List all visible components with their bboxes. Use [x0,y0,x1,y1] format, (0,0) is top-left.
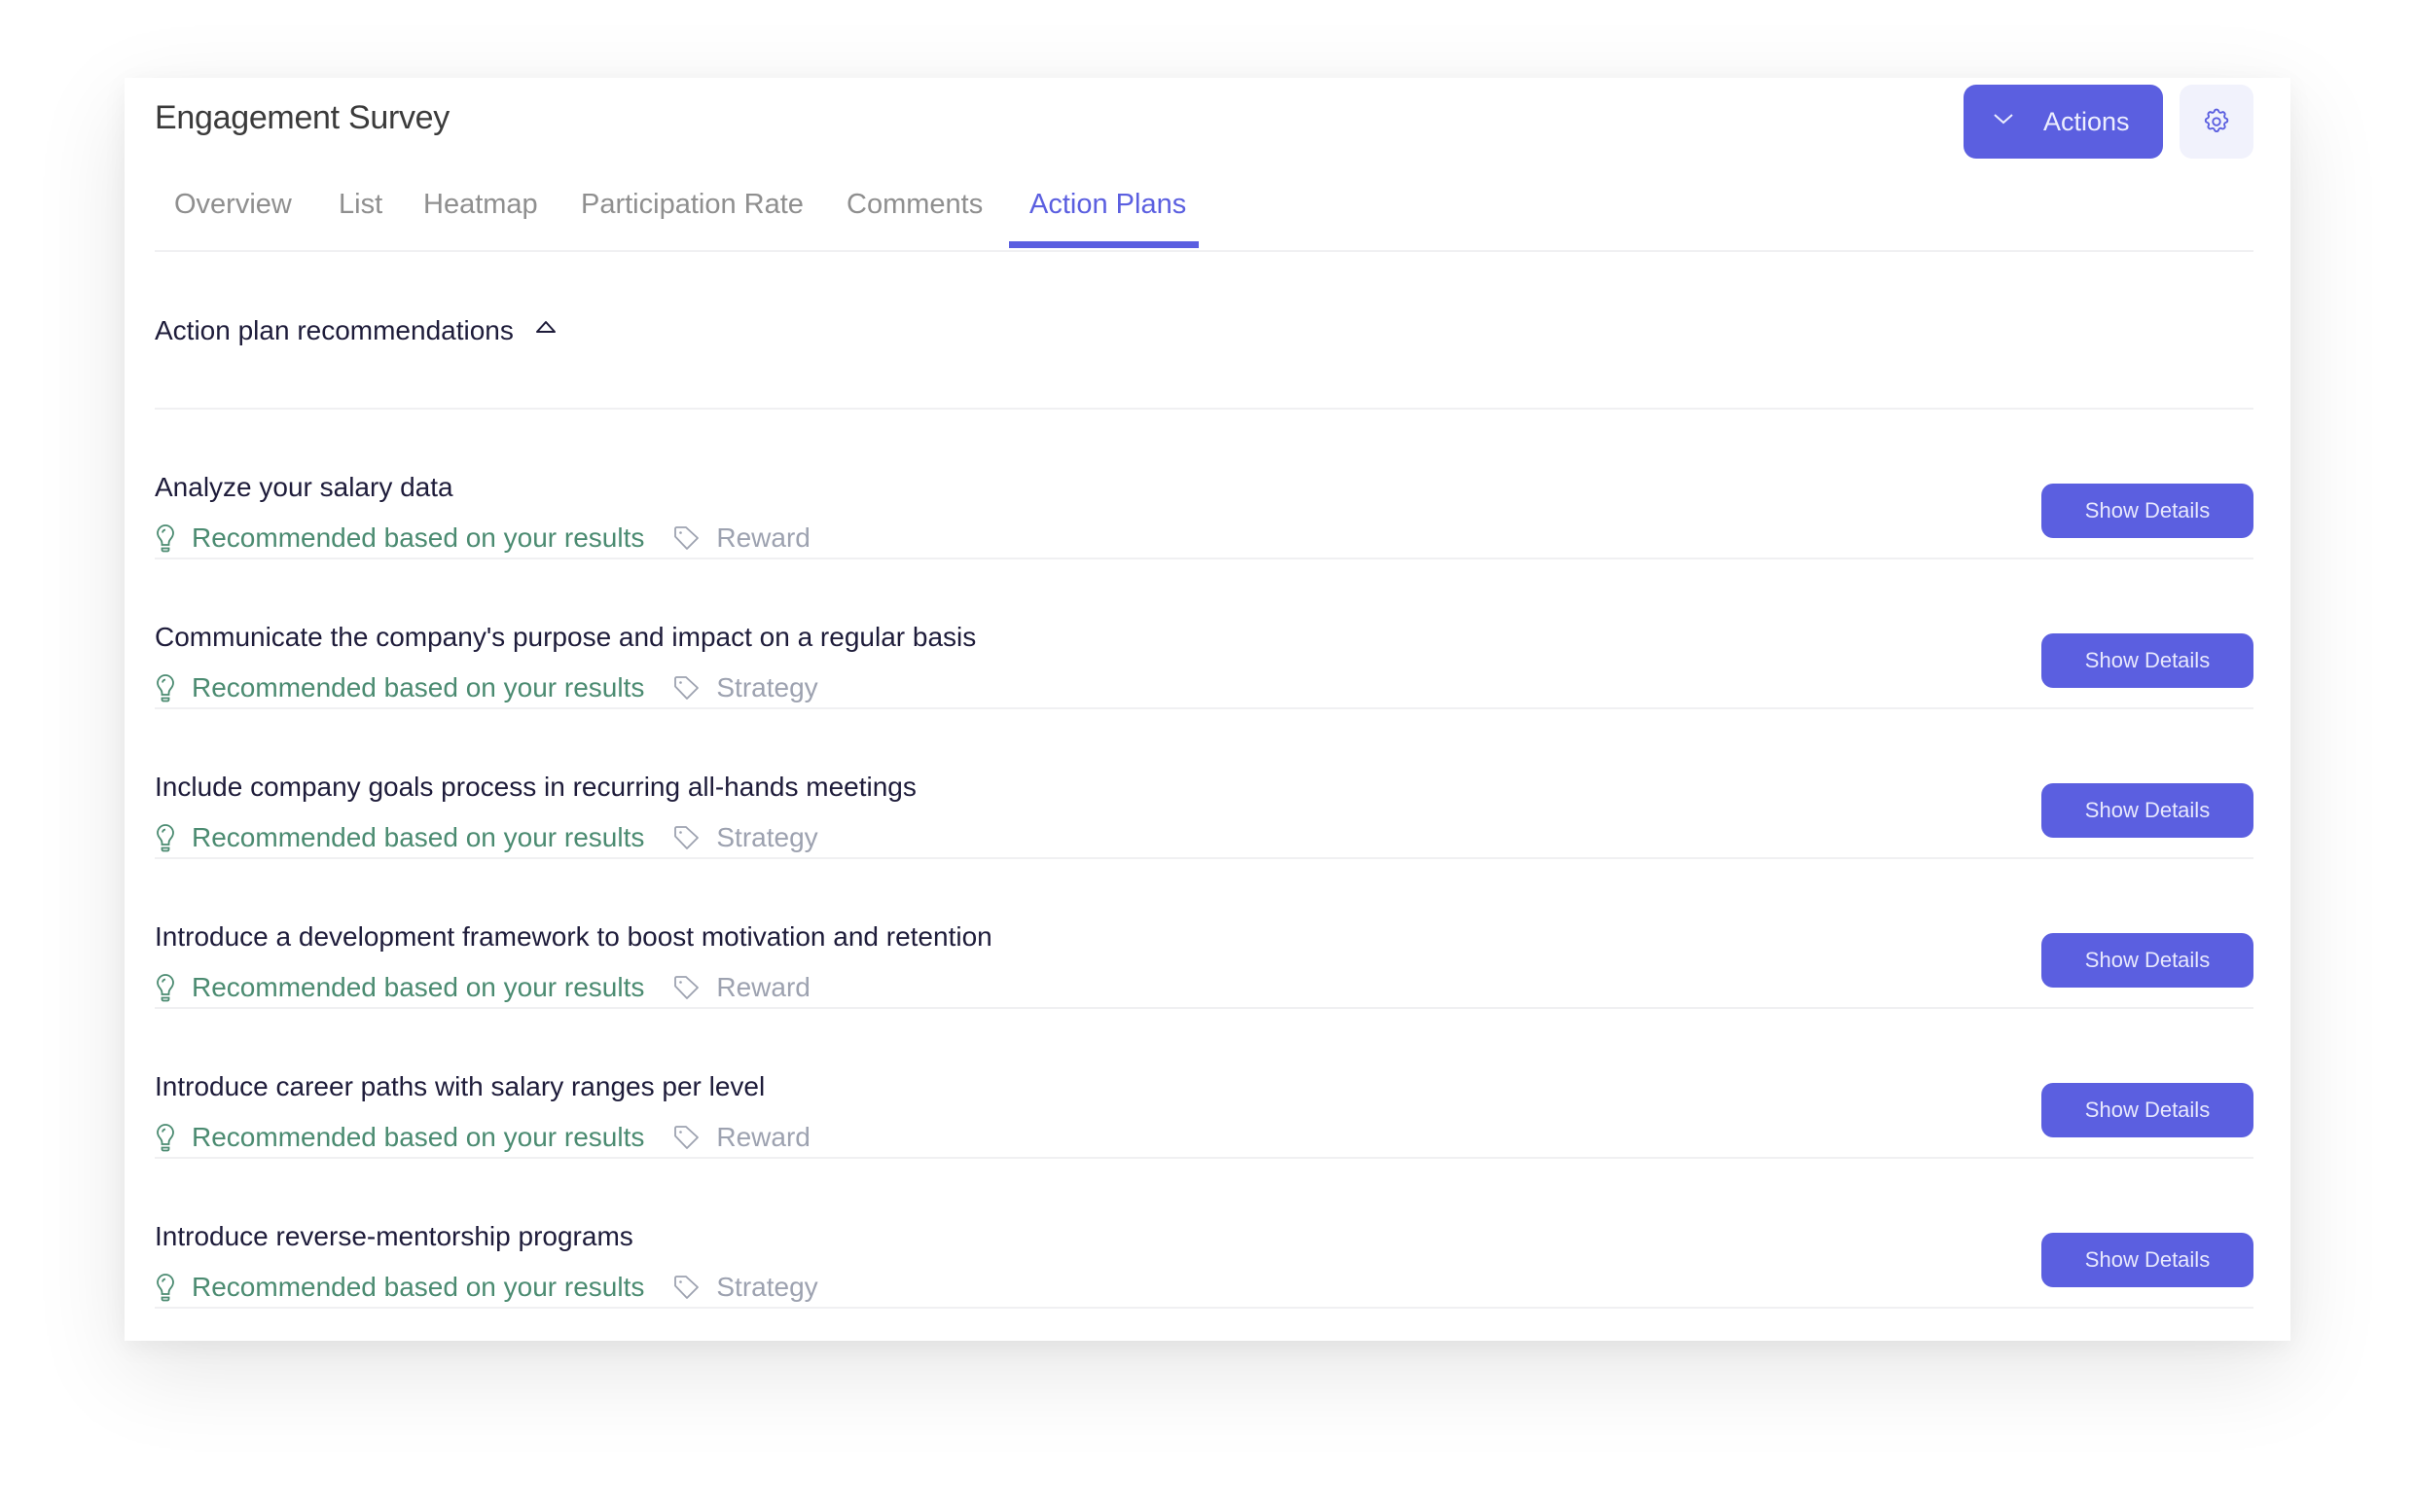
action-plan-title: Analyze your salary data [155,472,453,502]
action-plan-item: Introduce career paths with salary range… [155,1009,2253,1159]
action-plan-item: Introduce a development framework to boo… [155,859,2253,1009]
tab-heatmap[interactable]: Heatmap [423,170,538,248]
tab-list[interactable]: List [339,170,382,248]
recommendation-label: Recommended based on your results [192,1272,645,1302]
gear-icon [2204,108,2229,132]
action-plan-meta: Recommended based on your results Strate… [155,670,818,705]
recommendation-label: Recommended based on your results [192,972,645,1002]
tab-participation-rate[interactable]: Participation Rate [581,170,804,248]
show-details-button[interactable]: Show Details [2041,1233,2253,1287]
caret-up-icon [535,321,556,333]
tag-icon [674,1126,700,1149]
lightbulb-icon [157,1124,174,1152]
tag-icon [674,526,700,550]
recommendation-label: Recommended based on your results [192,1122,645,1152]
action-plan-item: Analyze your salary data Recommended bas… [155,410,2253,559]
action-plan-meta: Recommended based on your results Strate… [155,1270,818,1305]
action-plan-meta: Recommended based on your results Reward [155,1120,811,1155]
lightbulb-icon [157,524,174,553]
show-details-button[interactable]: Show Details [2041,1083,2253,1137]
lightbulb-icon [157,974,174,1002]
show-details-button[interactable]: Show Details [2041,484,2253,538]
lightbulb-icon [157,1274,174,1302]
action-plan-meta: Recommended based on your results Strate… [155,820,818,855]
action-plan-title: Communicate the company's purpose and im… [155,622,977,652]
recommendation-label: Recommended based on your results [192,672,645,702]
active-tab-indicator [1009,241,1199,248]
recommendation-label: Recommended based on your results [192,522,645,553]
category-label: Reward [716,1122,811,1152]
category-label: Strategy [716,822,818,852]
category-label: Reward [716,522,811,553]
action-plan-meta: Recommended based on your results Reward [155,970,811,1005]
tag-icon [674,676,700,700]
action-plan-item: Include company goals process in recurri… [155,709,2253,859]
tab-bar: Overview List Heatmap Participation Rate… [155,170,2253,252]
actions-button-label: Actions [2043,107,2130,136]
category-label: Strategy [716,672,818,702]
section-title: Action plan recommendations [155,315,514,345]
action-plan-title: Introduce a development framework to boo… [155,921,992,952]
action-plan-item: Introduce reverse-mentorship programs Re… [155,1159,2253,1309]
tab-comments[interactable]: Comments [847,170,983,248]
tab-overview[interactable]: Overview [174,170,292,248]
action-plan-title: Include company goals process in recurri… [155,772,917,802]
lightbulb-icon [157,674,174,702]
section-toggle[interactable]: Action plan recommendations [155,311,557,350]
action-plan-title: Introduce career paths with salary range… [155,1071,766,1101]
action-plan-meta: Recommended based on your results Reward [155,521,811,556]
tag-icon [674,826,700,849]
category-label: Reward [716,972,811,1002]
page-title: Engagement Survey [155,99,450,136]
show-details-button[interactable]: Show Details [2041,933,2253,988]
recommendation-label: Recommended based on your results [192,822,645,852]
chevron-down-icon [1994,114,2013,125]
show-details-button[interactable]: Show Details [2041,633,2253,688]
action-plan-title: Introduce reverse-mentorship programs [155,1221,633,1251]
action-plan-item: Communicate the company's purpose and im… [155,559,2253,709]
engagement-survey-card: Engagement Survey Actions Overview List … [125,78,2290,1341]
show-details-button[interactable]: Show Details [2041,783,2253,838]
actions-button[interactable]: Actions [1964,85,2163,159]
settings-button[interactable] [2180,85,2253,159]
tag-icon [674,976,700,999]
tab-action-plans[interactable]: Action Plans [1029,170,1186,248]
action-plan-list: Analyze your salary data Recommended bas… [155,410,2253,1309]
category-label: Strategy [716,1272,818,1302]
tag-icon [674,1276,700,1299]
lightbulb-icon [157,824,174,852]
